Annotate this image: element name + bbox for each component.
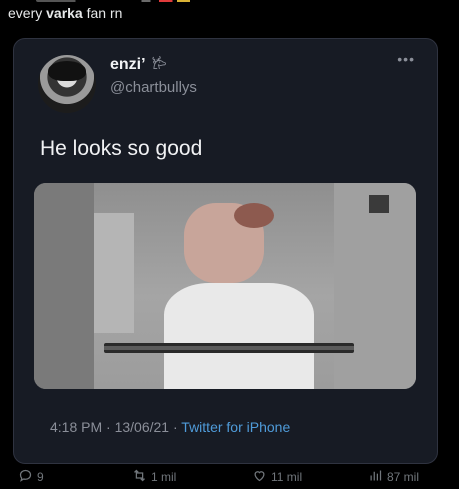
- display-name: enzi’ 𐂂: [110, 56, 167, 73]
- caption-suffix: fan rn: [82, 5, 123, 21]
- like-button[interactable]: 11 mil: [252, 468, 302, 486]
- retweet-icon: [132, 468, 147, 486]
- views-icon: [368, 468, 383, 486]
- views-count: 87 mil: [387, 470, 420, 484]
- retweet-button[interactable]: 1 mil: [132, 468, 176, 486]
- media-bar: [104, 343, 354, 353]
- tweet-media-image: [34, 183, 416, 389]
- tweet-time: 4:18 PM: [50, 419, 103, 435]
- caption-prefix: every: [8, 5, 47, 21]
- tweet-source-link[interactable]: Twitter for iPhone: [181, 419, 290, 435]
- tweet-meta: 4:18 PM · 13/06/21 · Twitter for iPhone: [50, 419, 291, 435]
- reply-icon: [18, 468, 33, 486]
- like-count: 11 mil: [271, 470, 303, 484]
- reply-count: 9: [37, 470, 44, 484]
- embedded-tweet-screenshot[interactable]: enzi’ 𐂂 @chartbullys ••• He looks so good…: [13, 38, 438, 464]
- action-bar: 9 1 mil 11 mil 87 mil: [0, 462, 459, 489]
- user-handle: @chartbullys: [110, 79, 197, 96]
- cropped-emoji-row: [36, 0, 256, 2]
- heart-icon: [252, 468, 267, 486]
- more-icon: •••: [397, 51, 415, 67]
- tweet-date: 13/06/21: [114, 419, 170, 435]
- reply-button[interactable]: 9: [18, 468, 44, 486]
- name-badge-glyph: 𐂂: [151, 56, 167, 72]
- caption-bold-word: varka: [46, 5, 83, 21]
- retweet-count: 1 mil: [151, 470, 177, 484]
- views-button[interactable]: 87 mil: [368, 468, 419, 486]
- avatar: [38, 55, 96, 113]
- post-caption: every varka fan rn: [8, 0, 448, 26]
- tweet-text: He looks so good: [40, 137, 203, 160]
